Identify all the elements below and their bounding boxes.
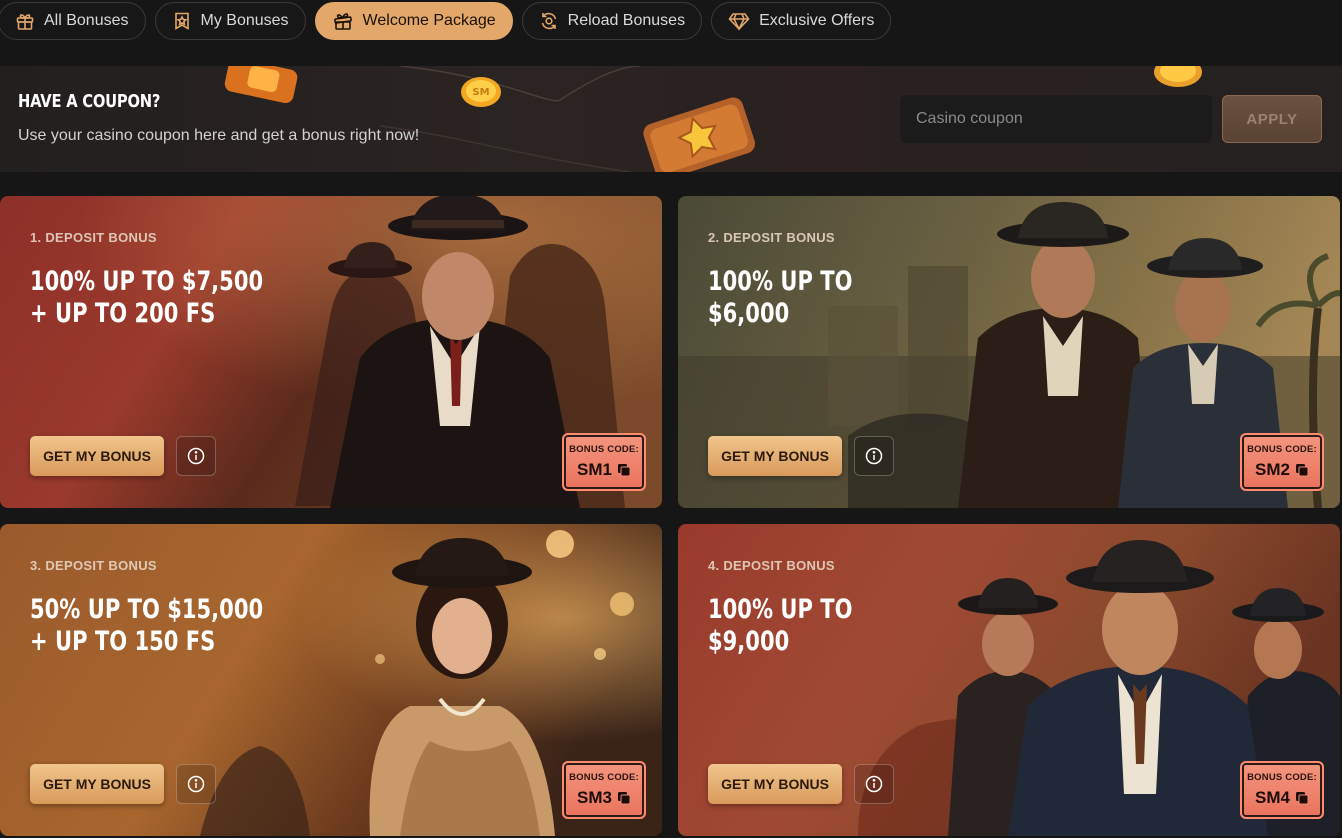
apply-button[interactable]: APPLY [1222, 95, 1322, 143]
get-my-bonus-button[interactable]: GET MY BONUS [30, 764, 164, 804]
tab-label: Reload Bonuses [567, 12, 686, 29]
copy-icon [617, 464, 631, 477]
card-label: 3. DEPOSIT BONUS [30, 558, 157, 573]
get-my-bonus-button[interactable]: GET MY BONUS [708, 764, 842, 804]
bonus-code-title: BONUS CODE: [1247, 772, 1317, 783]
bonus-code-value: SM3 [577, 788, 612, 807]
coupon-input[interactable] [900, 95, 1212, 143]
coin-icon [1154, 66, 1202, 87]
card-title: 100% UP TO $6,000 [708, 266, 911, 330]
info-button[interactable] [854, 764, 894, 804]
tab-exclusive-offers[interactable]: Exclusive Offers [711, 2, 892, 40]
get-my-bonus-button[interactable]: GET MY BONUS [708, 436, 842, 476]
copy-icon [617, 792, 631, 805]
card-title: 100% UP TO $7,500 + UP TO 200 FS [30, 266, 264, 330]
card-title-line1: 100% UP TO $7,500 [30, 266, 264, 297]
bonus-code-title: BONUS CODE: [1247, 444, 1317, 455]
coupon-title: HAVE A COUPON? [18, 91, 161, 112]
gift-icon [15, 11, 35, 31]
bonus-code-title: BONUS CODE: [569, 444, 639, 455]
bonus-card-1: 1. DEPOSIT BONUS 100% UP TO $7,500 + UP … [0, 196, 662, 508]
svg-text:SM: SM [472, 87, 489, 98]
tab-label: Exclusive Offers [759, 12, 875, 29]
card-label: 4. DEPOSIT BONUS [708, 558, 835, 573]
info-button[interactable] [854, 436, 894, 476]
tab-label: All Bonuses [44, 12, 129, 29]
tab-my-bonuses[interactable]: My Bonuses [154, 2, 306, 40]
info-icon [865, 447, 883, 465]
bonus-code-value: SM2 [1255, 460, 1290, 479]
card-title-line2: + UP TO 200 FS [30, 298, 216, 329]
info-icon [187, 447, 205, 465]
diamond-icon [728, 11, 750, 31]
badge-star-icon [172, 11, 192, 31]
info-icon [865, 775, 883, 793]
bonus-code-badge[interactable]: BONUS CODE: SM2 [1240, 433, 1324, 491]
coin-icon: SM [461, 77, 501, 107]
card-title-line2: + UP TO 150 FS [30, 626, 216, 657]
card-title-line1: 50% UP TO $15,000 [30, 594, 264, 625]
coupon-description: Use your casino coupon here and get a bo… [18, 127, 420, 144]
card-title-line2: $6,000 [708, 298, 790, 329]
bonus-card-4: 4. DEPOSIT BONUS 100% UP TO $9,000 GET M… [678, 524, 1340, 836]
bonus-code-badge[interactable]: BONUS CODE: SM1 [562, 433, 646, 491]
copy-icon [1295, 792, 1309, 805]
info-button[interactable] [176, 436, 216, 476]
bonus-tabs: All Bonuses My Bonuses Welcome Package R… [0, 2, 892, 42]
card-label: 2. DEPOSIT BONUS [708, 230, 835, 245]
info-button[interactable] [176, 764, 216, 804]
card-title: 100% UP TO $9,000 [708, 594, 911, 658]
tab-welcome-package[interactable]: Welcome Package [314, 2, 513, 40]
bonus-code-value: SM4 [1255, 788, 1290, 807]
gift-open-icon [332, 11, 354, 31]
card-title-line2: $9,000 [708, 626, 790, 657]
card-title-line1: 100% UP TO [708, 594, 853, 625]
bonus-code-value: SM1 [577, 460, 612, 479]
copy-icon [1295, 464, 1309, 477]
bonus-code-title: BONUS CODE: [569, 772, 639, 783]
bonus-code-badge[interactable]: BONUS CODE: SM3 [562, 761, 646, 819]
bonus-card-3: 3. DEPOSIT BONUS 50% UP TO $15,000 + UP … [0, 524, 662, 836]
card-title: 50% UP TO $15,000 + UP TO 150 FS [30, 594, 264, 658]
tab-label: Welcome Package [362, 12, 496, 29]
card-label: 1. DEPOSIT BONUS [30, 230, 157, 245]
tab-label: My Bonuses [200, 12, 289, 29]
card-title-line1: 100% UP TO [708, 266, 853, 297]
get-my-bonus-button[interactable]: GET MY BONUS [30, 436, 164, 476]
chip-icon [224, 66, 298, 104]
info-icon [187, 775, 205, 793]
bonus-card-2: 2. DEPOSIT BONUS 100% UP TO $6,000 GET M… [678, 196, 1340, 508]
tab-all-bonuses[interactable]: All Bonuses [0, 2, 146, 40]
bonus-code-badge[interactable]: BONUS CODE: SM4 [1240, 761, 1324, 819]
reload-icon [539, 11, 559, 31]
coupon-banner: SM HAVE A COUPON? Use your casino coupon… [0, 66, 1342, 172]
ticket-star-icon [643, 97, 756, 172]
tab-reload-bonuses[interactable]: Reload Bonuses [521, 2, 703, 40]
